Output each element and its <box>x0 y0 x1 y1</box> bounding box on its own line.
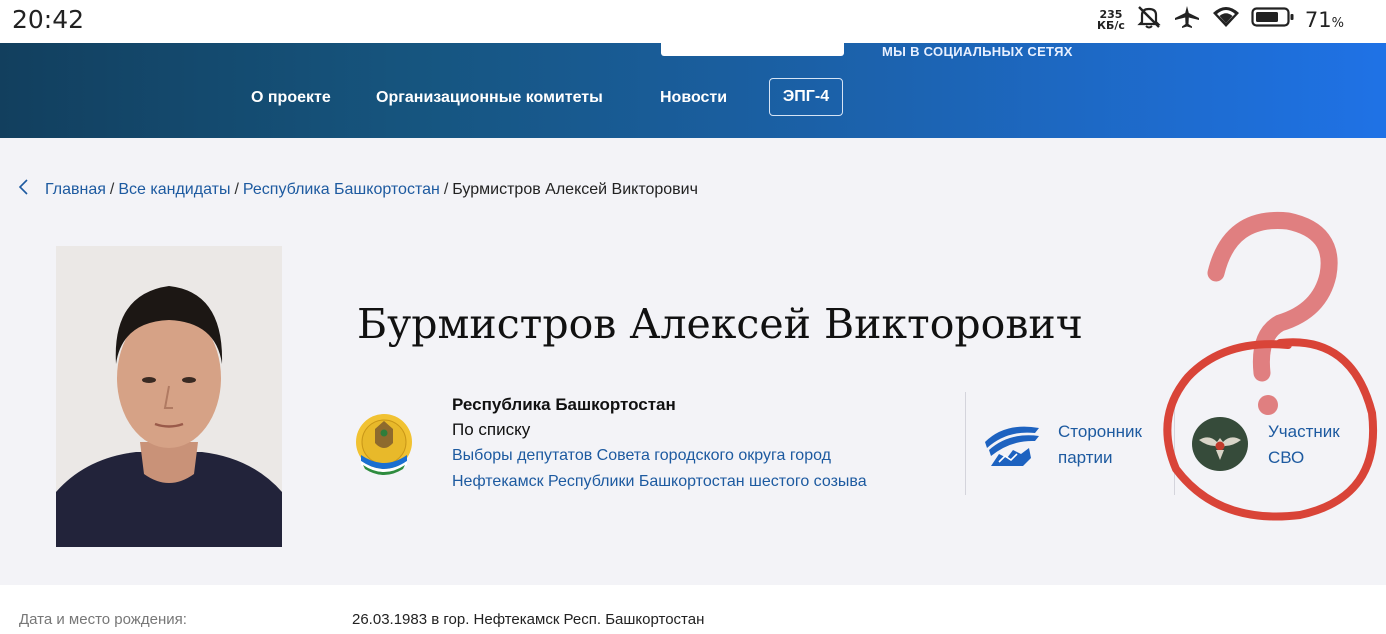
svo-participant-line1: Участник <box>1268 422 1340 441</box>
divider <box>1174 392 1175 495</box>
breadcrumb-separator: / <box>234 180 239 198</box>
region-info: Республика Башкортостан По списку Выборы… <box>452 393 942 495</box>
chevron-left-icon[interactable] <box>17 178 29 201</box>
battery-value: 71 <box>1304 7 1332 32</box>
net-speed-value: 235 <box>1099 7 1123 21</box>
military-emblem-icon <box>1191 416 1249 472</box>
social-networks-label: МЫ В СОЦИАЛЬНЫХ СЕТЯХ <box>882 44 1073 59</box>
nav-epg-button[interactable]: ЭПГ-4 <box>769 78 843 116</box>
breadcrumb: Главная / Все кандидаты / Республика Баш… <box>17 178 698 201</box>
status-time: 20:42 <box>12 5 85 34</box>
party-supporter-line1: Сторонник <box>1058 422 1142 441</box>
svo-participant-label[interactable]: Участник СВО <box>1268 419 1340 471</box>
candidate-details: Дата и место рождения: 26.03.1983 в гор.… <box>0 585 1386 634</box>
candidate-photo <box>56 246 282 547</box>
breadcrumb-current: Бурмистров Алексей Викторович <box>452 180 698 198</box>
breadcrumb-separator: / <box>109 180 115 198</box>
breadcrumb-separator: / <box>443 180 449 198</box>
candidate-name: Бурмистров Алексей Викторович <box>357 300 1083 348</box>
divider <box>965 392 966 495</box>
annotation-overlay <box>1160 203 1385 533</box>
svo-participant-line2: СВО <box>1268 448 1305 467</box>
election-link-line1[interactable]: Выборы депутатов Совета городского округ… <box>452 443 942 469</box>
airplane-icon <box>1173 4 1201 35</box>
breadcrumb-region[interactable]: Республика Башкортостан <box>243 181 440 199</box>
net-speed-unit: КБ/с <box>1096 18 1125 32</box>
battery-icon <box>1251 5 1295 34</box>
list-type: По списку <box>452 420 531 439</box>
nav-committees[interactable]: Организационные комитеты <box>376 89 603 107</box>
nav-news[interactable]: Новости <box>660 89 727 107</box>
status-icons: 235 КБ/с 71% <box>1097 4 1344 35</box>
battery-unit: % <box>1331 15 1344 31</box>
question-mark-annotation <box>1207 211 1338 382</box>
birth-value: 26.03.1983 в гор. Нефтекамск Респ. Башко… <box>352 611 705 628</box>
site-header: МЫ В СОЦИАЛЬНЫХ СЕТЯХ О проекте Организа… <box>0 43 1386 138</box>
mute-icon <box>1135 4 1163 35</box>
nav-about[interactable]: О проекте <box>251 89 331 107</box>
wifi-icon <box>1211 4 1241 35</box>
birth-label: Дата и место рождения: <box>19 611 187 628</box>
election-link-line2[interactable]: Нефтекамск Республики Башкортостан шесто… <box>452 469 942 495</box>
party-supporter-line2: партии <box>1058 448 1113 467</box>
net-speed: 235 КБ/с <box>1097 9 1125 31</box>
status-bar: 20:42 235 КБ/с 71% <box>0 0 1386 43</box>
united-russia-logo-icon <box>983 418 1041 468</box>
question-mark-dot <box>1258 395 1278 415</box>
region-title: Республика Башкортостан <box>452 395 676 414</box>
breadcrumb-all-candidates[interactable]: Все кандидаты <box>118 181 230 199</box>
breadcrumb-home[interactable]: Главная <box>45 181 106 199</box>
bashkortostan-emblem-icon <box>353 409 415 477</box>
party-supporter-label[interactable]: Сторонник партии <box>1058 419 1142 471</box>
battery-percent: 71% <box>1305 8 1344 32</box>
header-search-box[interactable] <box>661 43 844 56</box>
